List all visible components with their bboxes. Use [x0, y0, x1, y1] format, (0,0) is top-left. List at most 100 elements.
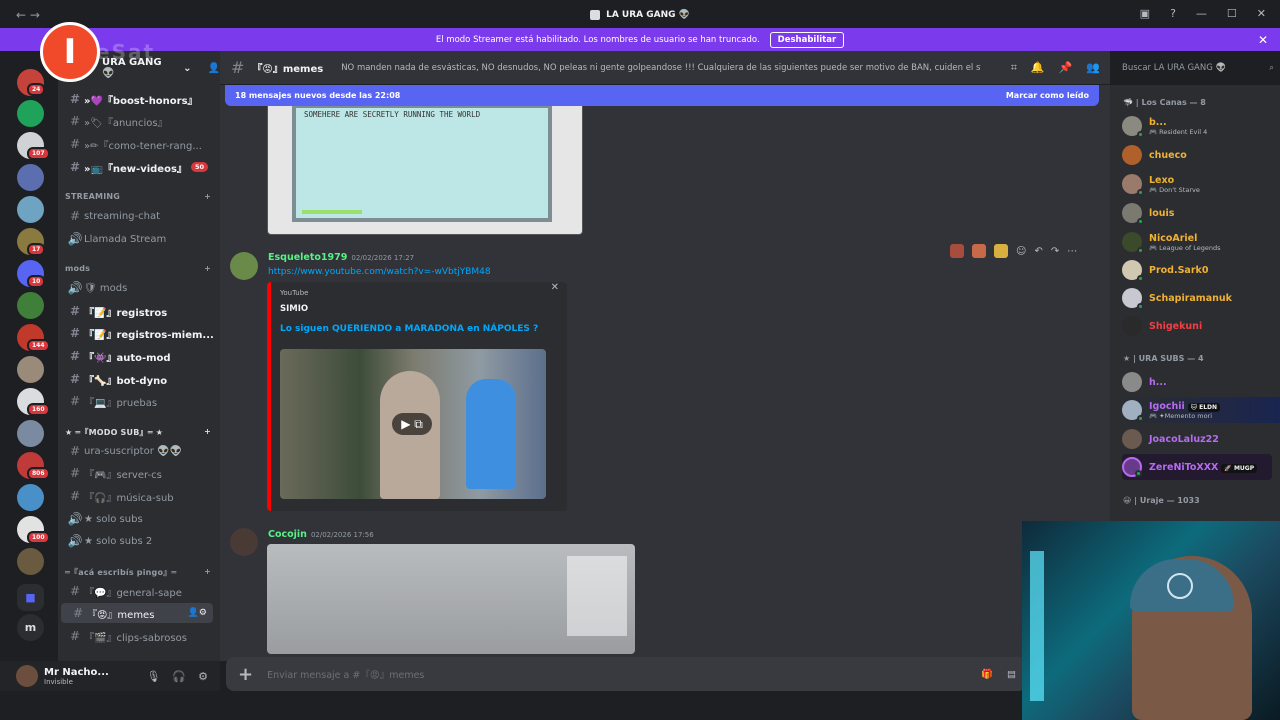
user-status: Invisible [44, 677, 73, 686]
bell-icon[interactable]: 🔔 [1031, 61, 1045, 75]
member-item[interactable]: Prod.Sark0 [1122, 257, 1208, 283]
gear-icon[interactable]: ⚙ [198, 670, 208, 683]
plus-icon[interactable]: + [204, 427, 211, 438]
gif-icon[interactable]: ▤ [1007, 669, 1016, 680]
embed-author[interactable]: SIMIO [280, 304, 308, 314]
member-item[interactable]: ZereNiToXXX 🚀 MUGP [1122, 454, 1272, 480]
back-forward-icons[interactable]: ← → [16, 8, 40, 22]
message-author[interactable]: Cocojin 02/02/2026 17:56 [268, 529, 374, 540]
server-icon-2[interactable] [17, 100, 44, 127]
add-attachment-icon[interactable]: + [238, 664, 253, 685]
user-info[interactable]: Mr Nacho... Invisible [44, 667, 109, 686]
channel-general-sape[interactable]: # 『💬』general-sape [58, 581, 216, 601]
channel-memes[interactable]: # 『😡』memes 👤⚙ [61, 603, 213, 623]
member-item[interactable]: b... 🎮 Resident Evil 4 [1122, 113, 1207, 139]
headphones-icon[interactable]: 🎧 [172, 670, 186, 683]
video-thumbnail[interactable]: ▶ ⧉ [280, 349, 546, 499]
server-icon-12[interactable] [17, 420, 44, 447]
message-link[interactable]: https://www.youtube.com/watch?v=-wVbtjYB… [268, 267, 491, 277]
member-item[interactable]: Schapiramanuk [1122, 285, 1232, 311]
add-reaction-icon[interactable]: ☺ [1016, 246, 1026, 257]
category-modo-sub[interactable]: ★ ═『MODO SUB』═ ★ + [65, 427, 211, 438]
server-icon-8[interactable] [17, 292, 44, 319]
reaction-emoji[interactable] [950, 244, 964, 258]
settings-icon[interactable]: 👤⚙ [188, 608, 207, 618]
channel-streaming-chat[interactable]: # streaming-chat [58, 206, 216, 226]
inbox-icon[interactable]: ▣ [1140, 7, 1150, 20]
channel-server-cs[interactable]: # 『🎮』server-cs [58, 463, 216, 483]
channel-solo-subs-2[interactable]: 🔊 ★ solo subs 2 [58, 531, 216, 551]
channel-anuncios[interactable]: # »🏷『anuncios』 [58, 111, 216, 131]
channel-pruebas[interactable]: # 『💻』pruebas [58, 391, 216, 411]
channel-ura-suscriptor[interactable]: # ura-suscriptor 👽👽 [58, 441, 216, 461]
maximize-button[interactable]: ☐ [1227, 7, 1237, 20]
forward-icon[interactable]: ↷ [1051, 246, 1059, 257]
member-item[interactable]: JoacoLaluz22 [1122, 426, 1219, 452]
attached-image[interactable] [267, 544, 635, 654]
plus-icon[interactable]: + [204, 567, 211, 578]
channel-bot-dyno[interactable]: # 『🦴』bot-dyno [58, 369, 216, 389]
channel-new-videos[interactable]: # »📺『new-videos』 50 [58, 157, 216, 177]
pin-icon[interactable]: 📌 [1059, 61, 1073, 75]
member-item[interactable]: h... [1122, 369, 1167, 395]
new-messages-bar[interactable]: 18 mensajes nuevos desde las 22:08 Marca… [225, 85, 1099, 106]
avatar[interactable] [230, 252, 258, 280]
hash-icon: # [72, 606, 84, 620]
message-author[interactable]: Esqueleto1979 02/02/2026 17:27 [268, 252, 414, 263]
channel-auto-mod[interactable]: # 『👾』auto-mod [58, 346, 216, 366]
mark-as-read-button[interactable]: Marcar como leído [1006, 91, 1089, 100]
member-item[interactable]: chueco [1122, 142, 1187, 168]
members-icon[interactable]: 👥 [1086, 61, 1100, 75]
avatar[interactable] [16, 665, 38, 687]
channel-llamada-stream[interactable]: 🔊 Llamada Stream [58, 229, 216, 249]
category-mods[interactable]: mods + [65, 264, 211, 273]
help-icon[interactable]: ? [1170, 7, 1176, 20]
member-item[interactable]: Shigekuni [1122, 313, 1202, 339]
server-icon-4[interactable] [17, 164, 44, 191]
category-aca-escribis[interactable]: ═『acá escribís pingo』═ + [65, 567, 211, 578]
server-icon-16[interactable] [17, 548, 44, 575]
microphone-icon[interactable]: 🎙 [146, 670, 160, 683]
server-icon-letter[interactable]: m [17, 614, 44, 641]
message-input[interactable]: + Enviar mensaje a #『😡』memes 🎁 ▤ [226, 657, 1026, 691]
avatar[interactable] [230, 528, 258, 556]
channel-como-tener-rango[interactable]: # »✏『como-tener-rang... [58, 134, 216, 154]
threads-icon[interactable]: ⌗ [1011, 61, 1017, 75]
attached-image[interactable]: SOMEHERE ARE SECRETLY RUNNING THE WORLD [267, 95, 583, 235]
play-icon[interactable]: ▶ ⧉ [392, 413, 432, 435]
minimize-button[interactable]: — [1196, 7, 1207, 20]
folder-icon[interactable]: ■ [17, 584, 44, 611]
reaction-emoji[interactable] [994, 244, 1008, 258]
channel-solo-subs[interactable]: 🔊 ★ solo subs [58, 509, 216, 529]
channel-musica-sub[interactable]: # 『🎧』música-sub [58, 486, 216, 506]
more-icon[interactable]: ⋯ [1067, 246, 1077, 257]
reply-icon[interactable]: ↶ [1034, 246, 1042, 257]
gift-icon[interactable]: 🎁 [981, 669, 993, 680]
image-progress [302, 210, 362, 214]
disable-streamer-button[interactable]: Deshabilitar [769, 31, 845, 48]
channel-clips-sabrosos[interactable]: # 『🎬』clips-sabrosos [58, 626, 216, 646]
close-banner-icon[interactable]: ✕ [1258, 33, 1268, 47]
category-streaming[interactable]: STREAMING + [65, 192, 211, 201]
channel-topic[interactable]: NO manden nada de esvásticas, NO desnudo… [341, 63, 981, 73]
server-icon-10[interactable] [17, 356, 44, 383]
add-member-icon[interactable]: 👤 [208, 63, 220, 74]
hash-icon: # [69, 584, 81, 598]
channel-registros-miembros[interactable]: # 『📝』registros-miem... [58, 323, 216, 343]
member-item[interactable]: NicoAriel 🎮 League of Legends [1122, 229, 1221, 255]
channel-registros[interactable]: # 『📝』registros [58, 301, 216, 321]
reaction-emoji[interactable] [972, 244, 986, 258]
plus-icon[interactable]: + [204, 264, 211, 273]
channel-mods[interactable]: 🔊 🛡 mods [58, 278, 216, 298]
channel-boost-honors[interactable]: # »💜『boost-honors』 [58, 89, 216, 109]
close-icon[interactable]: ✕ [551, 282, 559, 293]
plus-icon[interactable]: + [204, 192, 211, 201]
member-item[interactable]: Lexo 🎮 Don't Starve [1122, 171, 1200, 197]
close-window-button[interactable]: ✕ [1257, 7, 1266, 20]
server-icon-14[interactable] [17, 484, 44, 511]
embed-title[interactable]: Lo siguen QUERIENDO a MARADONA en NÁPOLE… [280, 324, 538, 334]
server-icon-5[interactable] [17, 196, 44, 223]
search-input[interactable]: Buscar LA URA GANG 👽 ⌕ [1116, 58, 1280, 78]
member-item[interactable]: louis [1122, 200, 1174, 226]
member-item[interactable]: Igochii 🐱 ELDN 🎮 ✦Memento mori [1122, 397, 1280, 423]
